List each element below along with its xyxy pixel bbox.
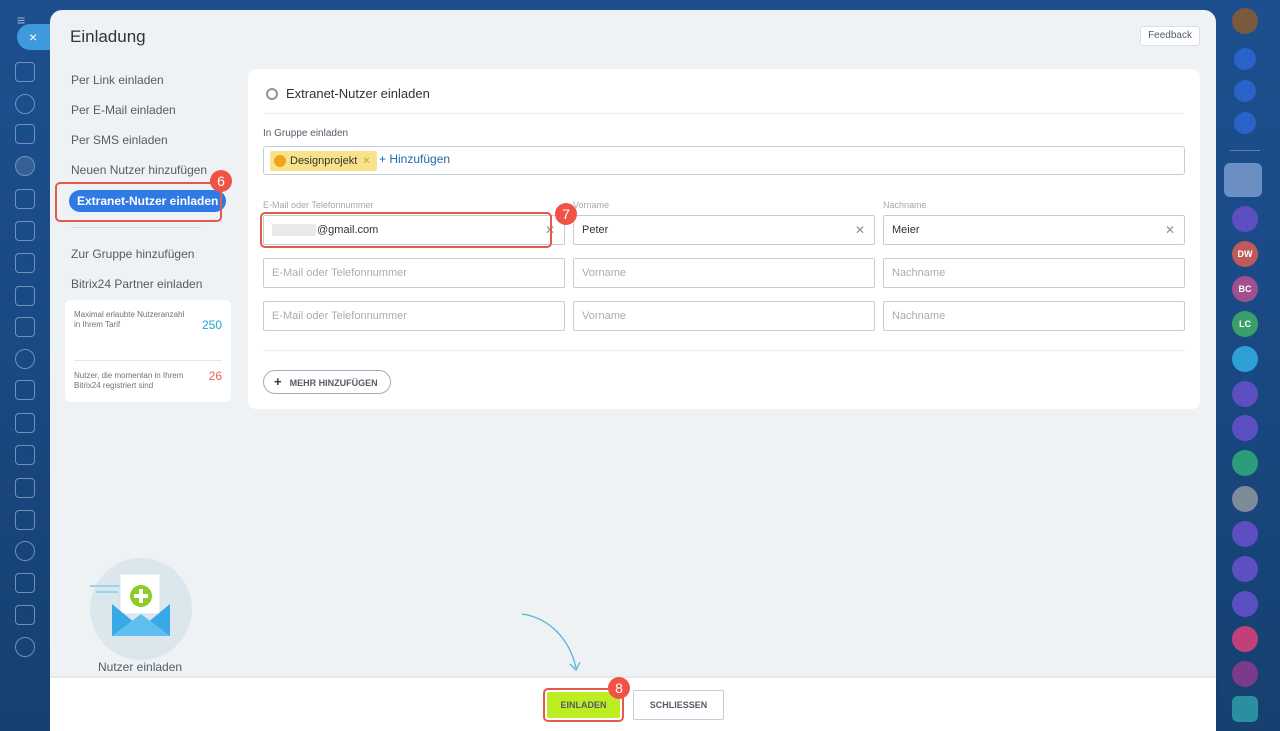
checklist-icon[interactable] [15, 221, 35, 241]
step-7-highlight [260, 212, 552, 248]
nav-item-add-group[interactable]: Zur Gruppe hinzufügen [71, 242, 202, 272]
rail-divider [1230, 150, 1260, 151]
company-icon[interactable] [15, 413, 35, 433]
phone-icon-2[interactable] [1232, 450, 1258, 476]
group-selector[interactable]: Designprojekt ✕ + Hinzufügen [263, 146, 1185, 175]
feedback-button[interactable]: Feedback [1140, 26, 1200, 46]
step-badge-8: 8 [608, 677, 630, 699]
activity-icon[interactable] [1234, 80, 1256, 102]
email-field-2[interactable]: E-Mail oder Telefonnummer [263, 258, 565, 288]
nav-item-partner[interactable]: Bitrix24 Partner einladen [71, 272, 202, 302]
filter-icon[interactable] [15, 317, 35, 337]
contact-avatar-lc[interactable]: LC [1232, 311, 1258, 337]
plus-icon: + [274, 374, 282, 389]
apps-icon[interactable] [15, 573, 35, 593]
sign-icon[interactable] [15, 380, 35, 400]
invite-nav-secondary: Zur Gruppe hinzufügen Bitrix24 Partner e… [71, 242, 202, 302]
col-label-last: Nachname [883, 200, 927, 210]
checkbox-icon[interactable] [1232, 696, 1258, 722]
clear-first-name-icon[interactable]: ✕ [855, 216, 865, 244]
automation-icon[interactable] [15, 605, 35, 625]
feed-icon[interactable] [15, 94, 35, 114]
phone-icon[interactable] [1232, 381, 1258, 407]
contact-avatar-bc[interactable]: BC [1232, 276, 1258, 302]
chat-group-icon-5[interactable] [1232, 591, 1258, 617]
illustration-label: Nutzer einladen [98, 660, 183, 674]
shop-icon[interactable] [15, 510, 35, 530]
stat-max-value: 250 [201, 318, 222, 332]
contact-avatar-active[interactable] [1224, 163, 1262, 197]
left-app-rail: ≡ × [0, 0, 51, 731]
search-chat-icon[interactable] [1234, 112, 1256, 134]
mail-icon[interactable] [15, 445, 35, 465]
dialog-title: Einladung [70, 27, 146, 46]
settings-icon[interactable] [15, 637, 35, 657]
pointer-arrow-icon [521, 613, 581, 672]
last-name-field-3[interactable]: Nachname [883, 301, 1185, 331]
clear-last-name-icon[interactable]: ✕ [1165, 216, 1175, 244]
user-stats: Maximal erlaubte Nutzeranzahl in Ihrem T… [65, 300, 231, 402]
group-label: In Gruppe einladen [263, 128, 349, 139]
nav-divider [71, 227, 201, 228]
add-group-link[interactable]: + Hinzufügen [379, 152, 450, 166]
col-label-email: E-Mail oder Telefonnummer [263, 200, 374, 210]
calendar-icon[interactable] [15, 253, 35, 273]
step-6-highlight [55, 182, 222, 222]
notifications-icon[interactable] [1234, 48, 1256, 70]
add-more-button[interactable]: + MEHR HINZUFÜGEN [263, 370, 391, 394]
card-title: Extranet-Nutzer einladen [286, 86, 430, 101]
card-divider [263, 350, 1185, 351]
right-rail: DW BC LC [1216, 0, 1280, 731]
last-name-field-2[interactable]: Nachname [883, 258, 1185, 288]
user-avatar[interactable] [1232, 8, 1258, 34]
analytics-icon[interactable] [15, 478, 35, 498]
extranet-invite-card: Extranet-Nutzer einladen In Gruppe einla… [248, 69, 1200, 409]
home-icon[interactable] [15, 62, 35, 82]
contact-avatar-pink[interactable] [1232, 626, 1258, 652]
contact-avatar-photo[interactable] [1232, 486, 1258, 512]
close-slider-icon[interactable]: × [17, 24, 51, 50]
stat-max-users: Maximal erlaubte Nutzeranzahl in Ihrem T… [74, 310, 222, 350]
chat-group-icon-3[interactable] [1232, 521, 1258, 547]
globe-icon [266, 88, 278, 100]
chat-icon[interactable] [15, 349, 35, 369]
contact-avatar-purple[interactable] [1232, 661, 1258, 687]
marketing-icon[interactable] [15, 541, 35, 561]
invite-envelope-icon [90, 558, 192, 660]
chat-group-icon-2[interactable] [1232, 415, 1258, 441]
stat-max-label: Maximal erlaubte Nutzeranzahl in Ihrem T… [74, 310, 185, 329]
remove-tag-icon[interactable]: ✕ [362, 156, 370, 167]
nav-item-link[interactable]: Per Link einladen [71, 68, 236, 98]
nav-item-sms[interactable]: Per SMS einladen [71, 128, 236, 158]
tasks-icon[interactable] [15, 124, 35, 144]
invite-dialog: Einladung Feedback Per Link einladen Per… [50, 10, 1216, 731]
first-name-field-1[interactable]: Peter ✕ [573, 215, 875, 245]
step-badge-7: 7 [555, 203, 577, 225]
employees-icon[interactable] [15, 156, 35, 176]
email-field-3[interactable]: E-Mail oder Telefonnummer [263, 301, 565, 331]
group-tag-label: Designprojekt [290, 155, 358, 167]
chat-bubble-icon[interactable] [1232, 346, 1258, 372]
chat-group-icon[interactable] [1232, 206, 1258, 232]
invite-button[interactable]: EINLADEN [547, 692, 620, 718]
drive-icon[interactable] [15, 286, 35, 306]
crm-icon[interactable] [15, 189, 35, 209]
dialog-footer: EINLADEN SCHLIESSEN 8 [50, 677, 1216, 731]
group-tag: Designprojekt ✕ [270, 151, 377, 171]
nav-item-email[interactable]: Per E-Mail einladen [71, 98, 236, 128]
group-tag-icon [274, 155, 286, 167]
contact-avatar-dw[interactable]: DW [1232, 241, 1258, 267]
first-name-field-2[interactable]: Vorname [573, 258, 875, 288]
close-button[interactable]: SCHLIESSEN [633, 690, 724, 720]
stat-current-users: Nutzer, die momentan in Ihrem Bitrix24 r… [74, 360, 222, 400]
stat-current-label: Nutzer, die momentan in Ihrem Bitrix24 r… [74, 371, 184, 390]
chat-group-icon-4[interactable] [1232, 556, 1258, 582]
first-name-field-3[interactable]: Vorname [573, 301, 875, 331]
last-name-field-1[interactable]: Meier ✕ [883, 215, 1185, 245]
stat-current-value: 26 [208, 369, 222, 383]
step-badge-6: 6 [210, 170, 232, 192]
col-label-first: Vorname [573, 200, 610, 210]
card-header: Extranet-Nutzer einladen [264, 86, 1184, 114]
